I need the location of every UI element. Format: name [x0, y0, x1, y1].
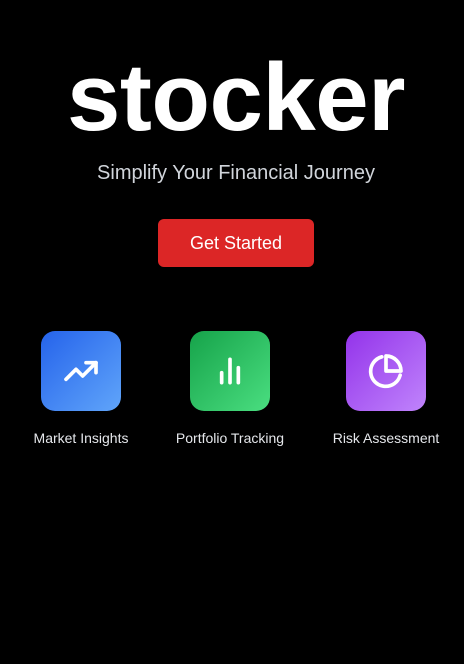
pie-chart-icon	[368, 354, 403, 389]
app-logo: stocker	[66, 44, 406, 151]
risk-assessment-tile[interactable]	[346, 331, 426, 411]
feature-label: Risk Assessment	[332, 430, 440, 446]
feature-risk-assessment[interactable]: Risk Assessment	[316, 331, 456, 446]
feature-portfolio-tracking[interactable]: Portfolio Tracking	[160, 331, 300, 446]
market-insights-tile[interactable]	[41, 331, 121, 411]
feature-market-insights[interactable]: Market Insights	[11, 331, 151, 446]
landing-page: stocker Simplify Your Financial Journey …	[0, 0, 464, 664]
get-started-button[interactable]: Get Started	[158, 219, 314, 267]
portfolio-tracking-tile[interactable]	[190, 331, 270, 411]
bar-chart-icon	[219, 357, 241, 385]
trending-up-icon	[64, 360, 98, 382]
feature-label: Portfolio Tracking	[175, 430, 285, 446]
tagline: Simplify Your Financial Journey	[97, 162, 375, 184]
feature-label: Market Insights	[33, 430, 129, 446]
